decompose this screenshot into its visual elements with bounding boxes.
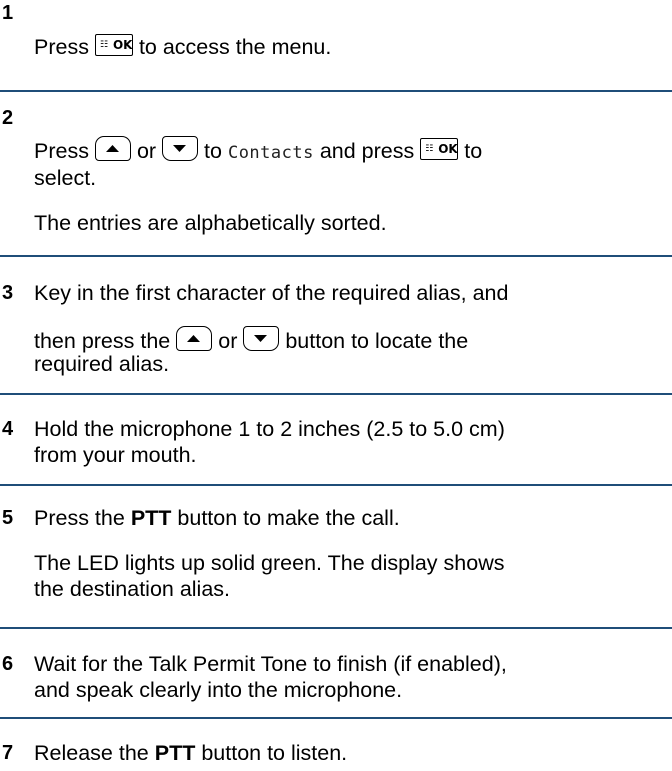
step-number: 1: [2, 2, 14, 24]
divider: [0, 627, 672, 629]
ptt-button-label: PTT: [154, 741, 196, 765]
divider: [0, 393, 672, 395]
divider: [0, 484, 672, 486]
step-text: Press or to Contacts and press ☷ OK to: [34, 136, 482, 164]
step-text: select.: [34, 166, 97, 190]
step-number: 2: [2, 107, 14, 129]
up-arrow-key-icon: [176, 326, 213, 351]
menu-ok-key-icon: ☷ OK: [420, 138, 459, 160]
step-number: 5: [2, 507, 14, 529]
step-text: Press ☷ OK to access the menu.: [34, 34, 332, 59]
step-note: The LED lights up solid green. The displ…: [34, 551, 505, 575]
step-text: required alias.: [34, 352, 170, 376]
step-note: the destination alias.: [34, 577, 231, 601]
menu-ok-key-icon: ☷ OK: [94, 34, 133, 56]
divider: [0, 90, 672, 92]
menu-item-contacts: Contacts: [227, 143, 314, 163]
up-arrow-key-icon: [94, 136, 131, 161]
ptt-button-label: PTT: [130, 506, 172, 530]
step-number: 4: [2, 418, 14, 440]
step-number: 6: [2, 653, 14, 675]
divider: [0, 717, 672, 719]
step-note: The entries are alphabetically sorted.: [34, 211, 387, 235]
step-text: then press the or button to locate the: [34, 326, 468, 354]
down-arrow-key-icon: [243, 326, 280, 351]
step-text: Key in the first character of the requir…: [34, 281, 509, 305]
step-text: from your mouth.: [34, 443, 197, 467]
divider: [0, 255, 672, 257]
step-text: Hold the microphone 1 to 2 inches (2.5 t…: [34, 417, 505, 441]
step-text: Release the PTT button to listen.: [34, 741, 348, 765]
step-number: 7: [2, 742, 14, 764]
step-number: 3: [2, 282, 14, 304]
step-text: Wait for the Talk Permit Tone to finish …: [34, 652, 507, 676]
down-arrow-key-icon: [162, 136, 199, 161]
step-text: and speak clearly into the microphone.: [34, 678, 403, 702]
step-text: Press the PTT button to make the call.: [34, 506, 400, 530]
